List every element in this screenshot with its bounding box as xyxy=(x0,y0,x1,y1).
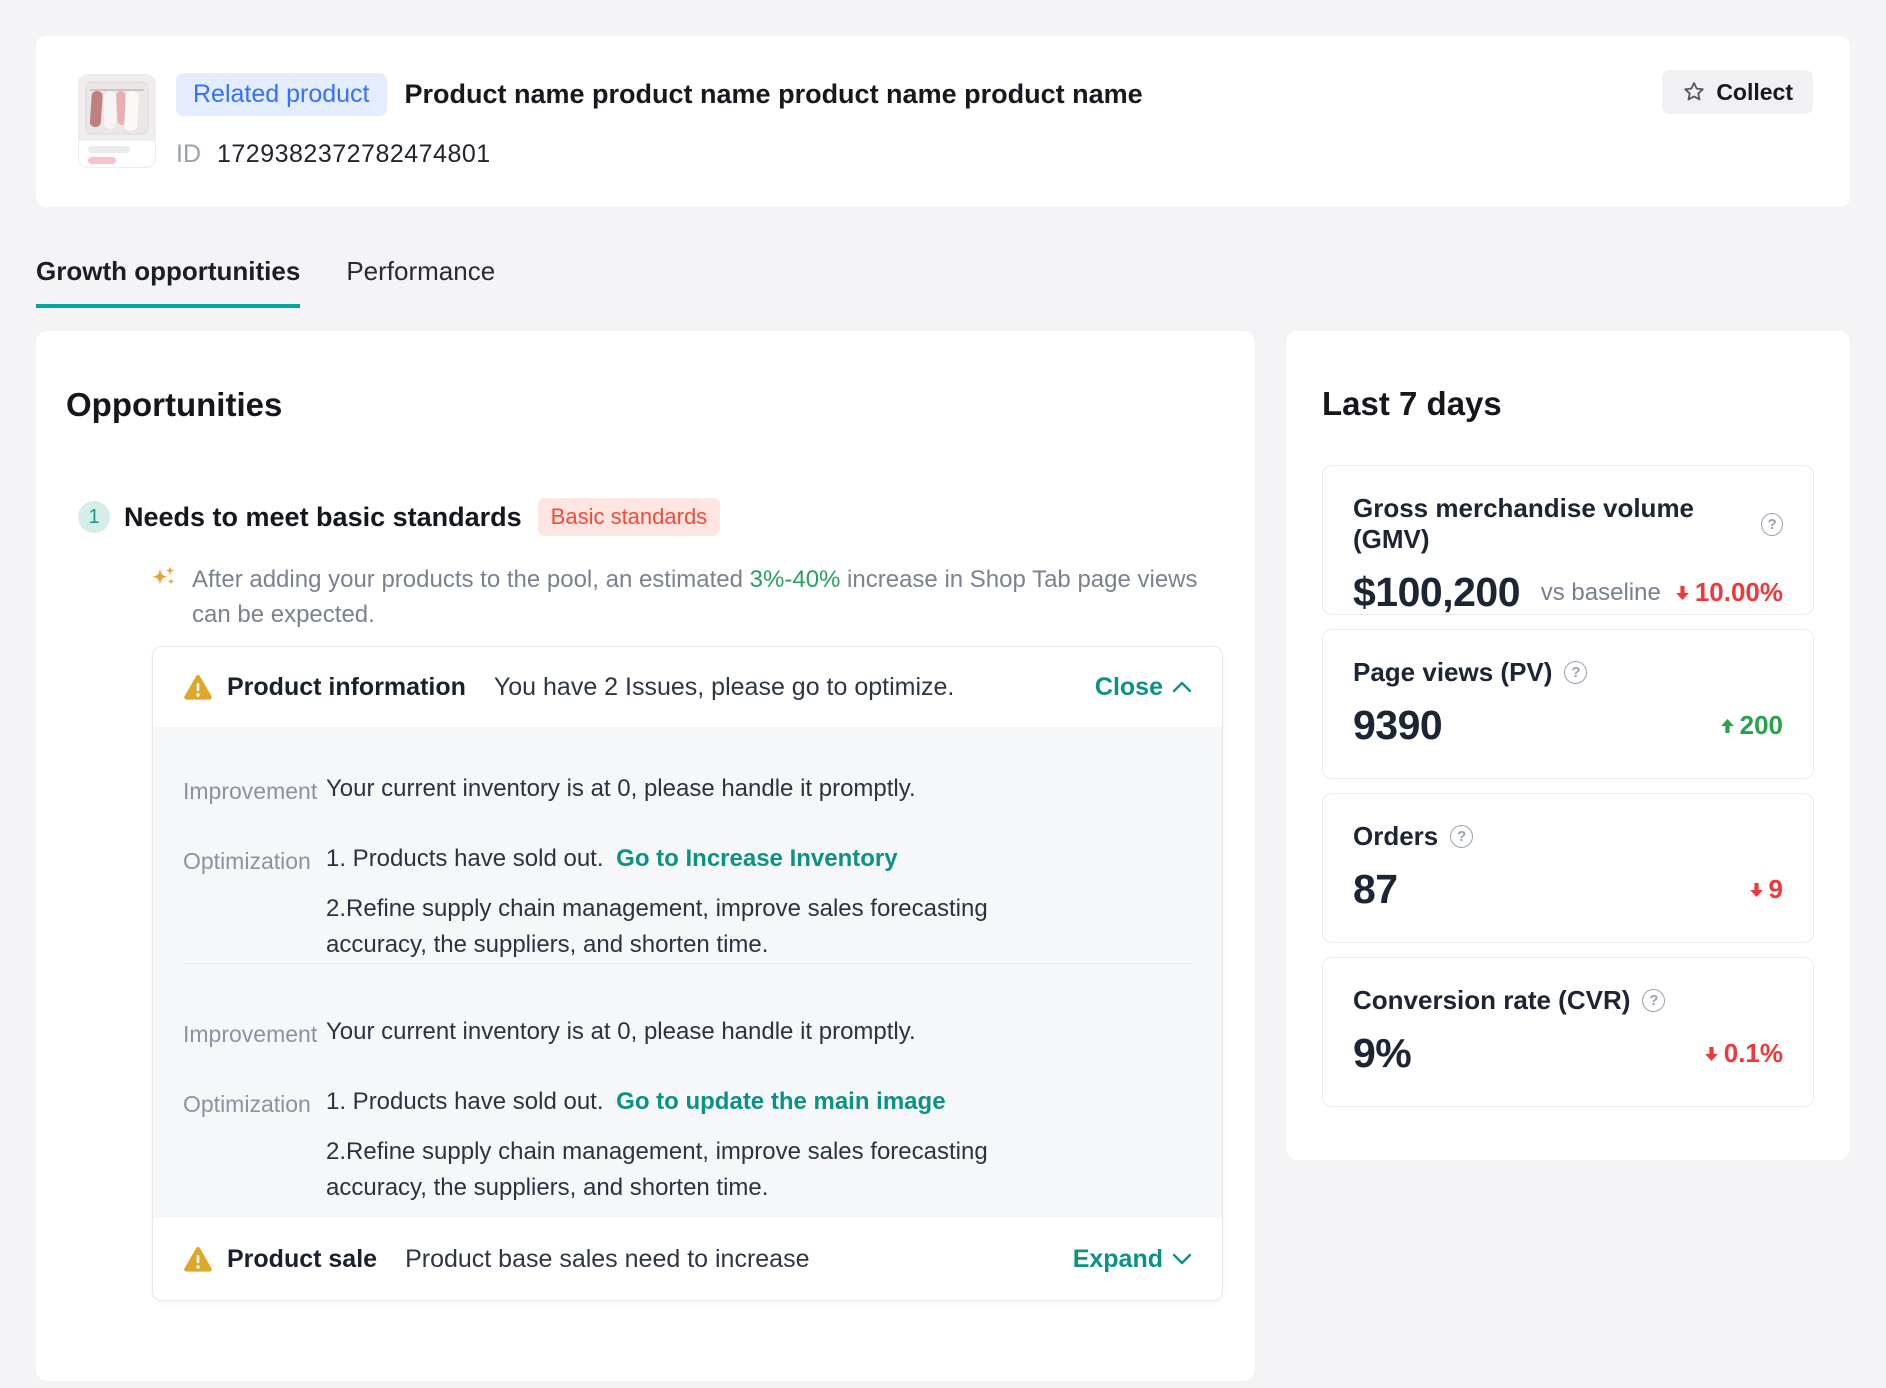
cvr-label: Conversion rate (CVR) xyxy=(1353,985,1630,1016)
opportunities-title: Opportunities xyxy=(66,386,1225,424)
orders-delta: 9 xyxy=(1749,874,1783,905)
collect-button[interactable]: Collect xyxy=(1662,70,1813,114)
optimization-label: Optimization xyxy=(183,845,326,963)
improvement-text: Your current inventory is at 0, please h… xyxy=(326,775,916,805)
stat-card-cvr: Conversion rate (CVR) ? 9% 0.1% xyxy=(1322,957,1814,1107)
orders-label: Orders xyxy=(1353,821,1438,852)
stats-panel: Last 7 days Gross merchandise volume (GM… xyxy=(1286,331,1850,1160)
product-information-card: Product information You have 2 Issues, p… xyxy=(152,646,1223,1301)
help-icon[interactable]: ? xyxy=(1642,989,1665,1012)
chevron-down-icon xyxy=(1172,1253,1192,1265)
item-description: After adding your products to the pool, … xyxy=(192,562,1202,632)
sparkle-icon xyxy=(150,564,178,632)
product-information-header: Product information You have 2 Issues, p… xyxy=(153,647,1222,727)
optimization-text: 1. Products have sold out. xyxy=(326,1088,604,1115)
warning-icon xyxy=(183,1245,213,1273)
related-product-badge: Related product xyxy=(176,73,387,116)
estimate-highlight: 3%-40% xyxy=(750,566,841,593)
tab-bar: Growth opportunities Performance xyxy=(36,256,495,308)
item-title: Needs to meet basic standards xyxy=(124,502,522,533)
arrow-down-icon xyxy=(1675,585,1690,601)
pv-label: Page views (PV) xyxy=(1353,657,1552,688)
optimization-label: Optimization xyxy=(183,1088,326,1206)
update-main-image-link[interactable]: Go to update the main image xyxy=(616,1088,945,1115)
product-sale-row: Product sale Product base sales need to … xyxy=(153,1218,1222,1300)
product-name: Product name product name product name p… xyxy=(405,79,1143,110)
tab-performance[interactable]: Performance xyxy=(346,256,495,308)
improvement-text: Your current inventory is at 0, please h… xyxy=(326,1018,916,1048)
arrow-down-icon xyxy=(1749,882,1764,898)
product-id-label: ID xyxy=(176,140,201,169)
gmv-delta: 10.00% xyxy=(1675,577,1783,608)
improvement-label: Improvement xyxy=(183,1018,326,1048)
warning-icon xyxy=(183,673,213,701)
product-information-subtitle: You have 2 Issues, please go to optimize… xyxy=(494,673,955,702)
collect-button-label: Collect xyxy=(1716,79,1793,106)
orders-value: 87 xyxy=(1353,866,1398,913)
product-image-icon xyxy=(78,74,156,168)
arrow-down-icon xyxy=(1704,1046,1719,1062)
product-id-value: 1729382372782474801 xyxy=(217,140,491,169)
product-thumbnail xyxy=(78,74,156,168)
help-icon[interactable]: ? xyxy=(1450,825,1473,848)
expand-button-label: Expand xyxy=(1073,1245,1163,1274)
close-button-label: Close xyxy=(1095,673,1163,702)
improvement-label: Improvement xyxy=(183,775,326,805)
help-icon[interactable]: ? xyxy=(1564,661,1587,684)
close-button[interactable]: Close xyxy=(1095,673,1192,702)
increase-inventory-link[interactable]: Go to Increase Inventory xyxy=(616,845,897,872)
pv-value: 9390 xyxy=(1353,702,1442,749)
product-sale-subtitle: Product base sales need to increase xyxy=(405,1245,809,1274)
baseline-label: vs baseline xyxy=(1541,579,1661,607)
cvr-value: 9% xyxy=(1353,1030,1411,1077)
stat-card-gmv: Gross merchandise volume (GMV) ? $100,20… xyxy=(1322,465,1814,615)
pv-delta: 200 xyxy=(1720,710,1783,741)
expand-button[interactable]: Expand xyxy=(1073,1245,1192,1274)
product-sale-title: Product sale xyxy=(227,1245,377,1274)
product-information-title: Product information xyxy=(227,673,466,702)
help-icon[interactable]: ? xyxy=(1761,513,1783,536)
basic-standards-badge: Basic standards xyxy=(538,498,721,536)
header-card: Related product Product name product nam… xyxy=(36,36,1850,207)
product-information-body: Improvement Your current inventory is at… xyxy=(153,727,1222,1218)
gmv-value: $100,200 xyxy=(1353,569,1520,616)
issue-block: Improvement Your current inventory is at… xyxy=(153,727,1222,963)
arrow-up-icon xyxy=(1720,718,1735,734)
optimization-detail: 2.Refine supply chain management, improv… xyxy=(326,891,1031,963)
stats-title: Last 7 days xyxy=(1322,385,1850,423)
optimization-text: 1. Products have sold out. xyxy=(326,845,604,872)
stat-card-pv: Page views (PV) ? 9390 200 xyxy=(1322,629,1814,779)
cvr-delta: 0.1% xyxy=(1704,1038,1783,1069)
opportunities-panel: Opportunities 1 Needs to meet basic stan… xyxy=(36,331,1255,1381)
tab-growth-opportunities[interactable]: Growth opportunities xyxy=(36,256,300,308)
star-icon xyxy=(1682,80,1706,104)
chevron-up-icon xyxy=(1172,681,1192,693)
item-number-badge: 1 xyxy=(78,501,110,533)
issue-block: Improvement Your current inventory is at… xyxy=(153,964,1222,1218)
optimization-detail: 2.Refine supply chain management, improv… xyxy=(326,1134,1031,1206)
stat-card-orders: Orders ? 87 9 xyxy=(1322,793,1814,943)
gmv-label: Gross merchandise volume (GMV) xyxy=(1353,493,1749,555)
